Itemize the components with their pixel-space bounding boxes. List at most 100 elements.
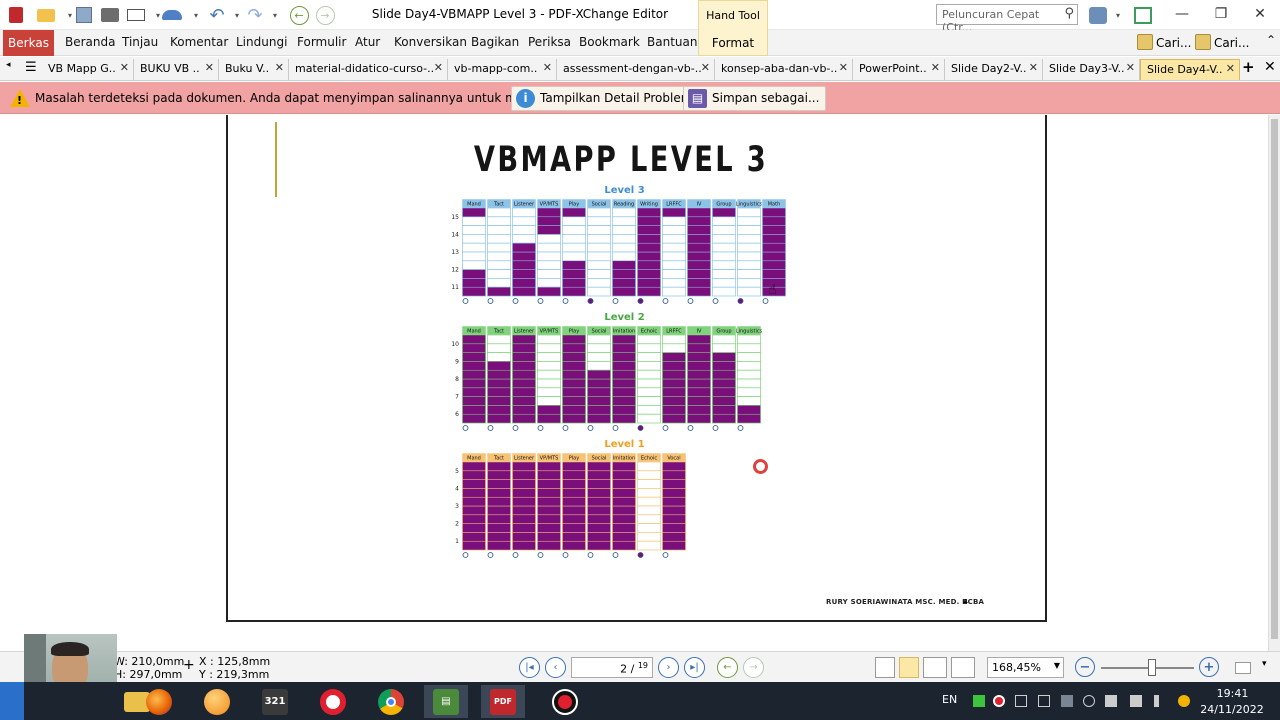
settings-dropdown-icon[interactable]: ▾ [1108,5,1128,25]
tray-settings-icon[interactable] [1083,695,1095,707]
previous-view-icon[interactable]: ← [717,657,738,678]
tab-close-icon[interactable]: ✕ [839,61,848,74]
tab-close-icon[interactable]: ✕ [120,61,129,74]
document-tab[interactable]: PowerPoint.. ✕ [853,59,945,80]
tray-window-icon[interactable] [1015,695,1027,707]
document-tab[interactable]: vb-mapp-com.. ✕ [448,59,557,80]
next-page-icon[interactable]: › [658,657,679,678]
find-button[interactable]: Cari... [1137,34,1191,50]
zoom-slider-handle[interactable] [1148,659,1156,676]
zoom-out-icon[interactable]: − [1075,657,1095,677]
taskbar-firefox[interactable] [137,685,181,718]
page-number-input[interactable]: 2 / 19 [571,657,653,678]
tab-close-icon[interactable]: ✕ [1029,61,1038,74]
save-as-button[interactable]: ▤ Simpan sebagai... [683,86,827,111]
taskbar-video-editor[interactable]: 321 [253,685,297,718]
tab-close-icon[interactable]: ✕ [1226,62,1235,75]
tab-close-icon[interactable]: ✕ [701,61,710,74]
zoom-level-select[interactable]: 168,45% ▼ [987,657,1064,678]
taskbar-orange-app[interactable] [195,685,239,718]
continuous-facing-view-icon[interactable] [951,657,975,678]
fullscreen-icon[interactable] [1133,5,1153,25]
taskbar-recorder[interactable] [543,685,587,718]
scan-icon[interactable] [162,5,182,25]
menu-item-konversikan[interactable]: Konversikan [394,35,467,49]
document-tab[interactable]: konsep-aba-dan-vb-.. ✕ [715,59,853,80]
last-page-icon[interactable]: ▸| [684,657,705,678]
document-tab[interactable]: VB Mapp G.. ✕ [42,59,134,80]
status-menu-icon[interactable]: ▾ [1262,659,1267,669]
document-tab[interactable]: BUKU VB .. ✕ [134,59,219,80]
redo-icon[interactable]: ↷ [245,5,265,26]
menu-item-formulir[interactable]: Formulir [297,35,346,49]
search-icon[interactable]: ⚲ [1064,6,1074,21]
first-page-icon[interactable]: |◂ [519,657,540,678]
clock-date[interactable]: 24/11/2022 [1197,703,1267,716]
previous-page-icon[interactable]: ‹ [545,657,566,678]
fit-options-icon[interactable] [1235,662,1251,674]
tray-green-icon[interactable] [973,695,985,707]
zoom-in-icon[interactable]: + [1199,657,1219,677]
start-button[interactable] [0,682,24,720]
tray-monitor-icon[interactable] [1038,695,1050,707]
document-tab[interactable]: Buku V.. ✕ [219,59,289,80]
menu-item-beranda[interactable]: Beranda [65,35,115,49]
taskbar-opera[interactable] [311,685,355,718]
context-tab-hand-tool[interactable]: Hand Tool [698,0,768,30]
taskbar-pdf-tool[interactable]: ▤ [424,685,468,718]
forward-icon[interactable]: → [315,5,335,25]
menu-item-komentar[interactable]: Komentar [170,35,228,49]
clock-time[interactable]: 19:41 [1205,687,1260,700]
taskbar-pdf-xchange[interactable]: PDF [481,685,525,718]
tab-close-icon[interactable]: ✕ [931,61,940,74]
vertical-scrollbar[interactable] [1268,115,1280,651]
document-tab[interactable]: assessment-dengan-vb-.. ✕ [557,59,715,80]
tray-devices-icon[interactable] [1061,695,1073,707]
close-all-tabs-icon[interactable]: ✕ [1264,59,1276,75]
save-icon[interactable] [74,5,94,25]
menu-item-atur[interactable]: Atur [355,35,380,49]
tray-network-icon[interactable] [1130,695,1142,707]
menu-item-lindungi[interactable]: Lindungi [236,35,287,49]
scan-dropdown-icon[interactable]: ▾ [186,5,206,25]
language-indicator[interactable]: EN [942,693,957,706]
tab-close-icon[interactable]: ✕ [543,61,552,74]
menu-item-format[interactable]: Format [698,30,768,56]
tray-power-icon[interactable] [1178,695,1190,707]
restore-icon[interactable]: ❐ [1206,3,1236,25]
tab-close-icon[interactable]: ✕ [1126,61,1135,74]
tab-close-icon[interactable]: ✕ [275,61,284,74]
continuous-view-icon[interactable] [899,657,919,678]
document-tab[interactable]: Slide Day4-V.. ✕ [1140,59,1240,80]
back-icon[interactable]: ← [289,5,309,25]
document-tab[interactable]: Slide Day2-V.. ✕ [945,59,1043,80]
close-icon[interactable]: ✕ [1245,3,1275,25]
show-problem-details-button[interactable]: i Tampilkan Detail Problem... [511,86,711,111]
new-tab-icon[interactable]: + [1242,58,1255,76]
settings-icon[interactable] [1088,5,1108,25]
menu-file[interactable]: Berkas [3,30,54,56]
taskbar-chrome[interactable] [369,685,413,718]
document-tab[interactable]: Slide Day3-V.. ✕ [1043,59,1140,80]
menu-item-bagikan[interactable]: Bagikan [471,35,519,49]
search-button[interactable]: Cari... [1195,34,1249,50]
single-page-view-icon[interactable] [875,657,895,678]
collapse-ribbon-icon[interactable]: ⌃ [1266,33,1276,47]
tray-flag-icon[interactable] [1105,695,1117,707]
tab-close-icon[interactable]: ✕ [434,61,443,74]
menu-item-periksa[interactable]: Periksa [528,35,571,49]
undo-dropdown-icon[interactable]: ▾ [227,5,247,25]
tabs-left-arrow-icon[interactable]: ◂ [6,60,11,70]
tab-close-icon[interactable]: ✕ [205,61,214,74]
facing-pages-view-icon[interactable] [923,657,947,678]
zoom-dropdown-icon[interactable]: ▼ [1054,661,1060,670]
scrollbar-thumb[interactable] [1271,119,1278,639]
quick-launch-search[interactable]: Peluncuran Cepat (Ctr... ⚲ [936,4,1078,34]
menu-item-bookmark[interactable]: Bookmark [579,35,640,49]
open-folder-icon[interactable] [36,5,56,25]
tray-volume-icon[interactable] [1154,695,1166,707]
undo-icon[interactable]: ↶ [207,5,227,26]
minimize-icon[interactable]: — [1167,3,1197,25]
print-icon[interactable] [100,5,120,25]
tray-record-icon[interactable] [993,695,1005,707]
